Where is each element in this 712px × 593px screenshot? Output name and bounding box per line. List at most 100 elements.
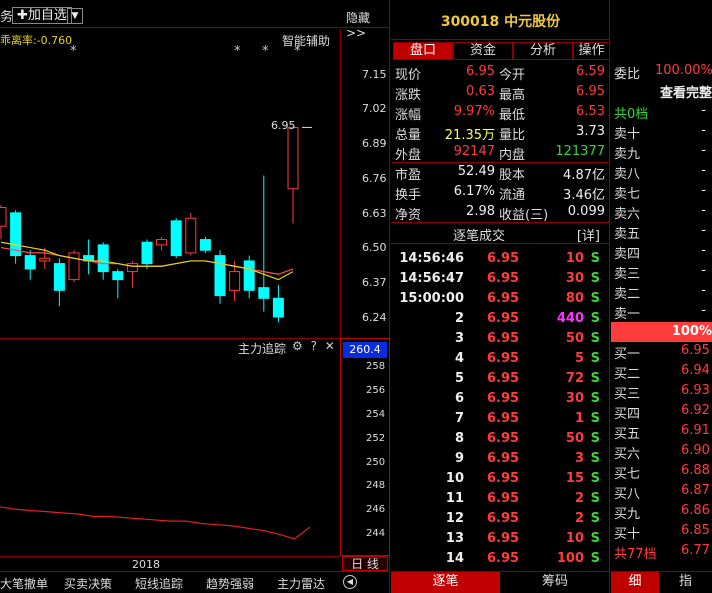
level-label: 卖四 <box>614 247 641 262</box>
candle <box>199 236 211 253</box>
quote-label: 净资 <box>395 208 422 223</box>
tab-trade-decision[interactable]: 买卖决策 <box>64 575 112 592</box>
tab-short-track[interactable]: 短线追踪 <box>135 575 183 592</box>
trade-row: 10 6.95 15 S <box>391 470 610 490</box>
trade-time: 3 <box>454 331 464 346</box>
kline-panel[interactable]: 务 ✚加自选 ▼ 隐藏>> 乖离率:-0.760 智能辅助 * * * * 6.… <box>0 0 390 593</box>
trade-row: 3 6.95 50 S <box>391 330 610 350</box>
sell-level[interactable]: 卖七 - <box>611 182 712 202</box>
weibi-value: 100.00% <box>655 63 712 78</box>
tab-tick-trades[interactable]: 逐笔 <box>391 571 500 593</box>
trades-detail-link[interactable]: [详] <box>577 225 600 244</box>
candle-body <box>68 252 80 281</box>
quote-label: 最高 <box>499 88 526 103</box>
sell-level[interactable]: 卖二 - <box>611 282 712 302</box>
view-all-button[interactable]: 查看完整 <box>611 82 712 101</box>
add-favorite-button[interactable]: ✚加自选 <box>12 7 72 24</box>
tab-orderbook[interactable]: 盘口 <box>393 42 453 60</box>
buy-level[interactable]: 买八 6.87 <box>611 482 712 502</box>
sell-level[interactable]: 卖一 - <box>611 302 712 322</box>
candle-body <box>199 239 211 251</box>
tab-trend-strength[interactable]: 趋势强弱 <box>206 575 254 592</box>
candle <box>156 236 168 251</box>
level-label: 买六 <box>614 447 641 462</box>
price-tick: 6.50 <box>362 241 387 254</box>
sell-level[interactable]: 卖五 - <box>611 222 712 242</box>
candle-body <box>214 255 226 297</box>
trade-time: 7 <box>454 411 464 426</box>
trade-volume: 1 <box>574 411 584 426</box>
sub-tick: 246 <box>366 504 386 515</box>
level-price: - <box>701 183 706 198</box>
trade-row: 8 6.95 50 S <box>391 430 610 450</box>
tab-main-radar[interactable]: 主力雷达 <box>277 575 325 592</box>
trade-row: 14:56:47 6.95 30 S <box>391 270 610 290</box>
sell-level[interactable]: 卖十 - <box>611 122 712 142</box>
level-label: 卖六 <box>614 207 641 222</box>
tab-index[interactable]: 指 <box>659 571 712 593</box>
quote-row: 换手 6.17% 流通 3.46亿 <box>391 183 610 203</box>
price-axis-divider <box>340 29 341 341</box>
period-button[interactable]: 日 线 <box>342 556 388 571</box>
hide-button[interactable]: 隐藏>> <box>346 9 390 40</box>
candle-body <box>156 239 168 246</box>
level-label: 卖七 <box>614 187 641 202</box>
tab-detail[interactable]: 细 <box>611 571 659 593</box>
quote-value: 6.95 <box>576 84 605 99</box>
chevron-down-icon[interactable]: ▼ <box>67 8 83 24</box>
trade-price: 6.95 <box>487 291 520 306</box>
sell-level[interactable]: 卖八 - <box>611 162 712 182</box>
trade-row: 4 6.95 5 S <box>391 350 610 370</box>
sell-level[interactable]: 卖三 - <box>611 262 712 282</box>
sell-total: 共0档 <box>614 107 649 122</box>
trade-row: 11 6.95 2 S <box>391 490 610 510</box>
trade-price: 6.95 <box>487 411 520 426</box>
candle <box>24 250 36 280</box>
buy-level[interactable]: 买十 6.85 <box>611 522 712 542</box>
candle-body <box>243 260 255 291</box>
buy-level[interactable]: 买九 6.86 <box>611 502 712 522</box>
quote-label: 涨跌 <box>395 88 422 103</box>
trade-price: 6.95 <box>487 391 520 406</box>
level-price: - <box>701 163 706 178</box>
tab-funds[interactable]: 资金 <box>453 42 513 60</box>
quote-value: 3.46亿 <box>563 188 605 203</box>
candlestick-chart[interactable] <box>0 29 340 338</box>
level-price: - <box>701 283 706 298</box>
candle <box>53 258 65 307</box>
trade-time: 14:56:47 <box>399 271 464 286</box>
weibi-label: 委比 <box>614 67 641 82</box>
quote-row: 现价 6.95 今开 6.59 <box>391 63 610 83</box>
sell-level[interactable]: 卖六 - <box>611 202 712 222</box>
tab-big-cancel[interactable]: 大笔撤单 <box>0 575 48 592</box>
level-price: 6.86 <box>681 503 710 518</box>
tab-chips[interactable]: 筹码 <box>500 571 610 593</box>
price-tick: 6.76 <box>362 172 387 185</box>
level-label: 买四 <box>614 407 641 422</box>
price-tick: 7.15 <box>362 68 387 81</box>
tab-operate[interactable]: 操作 <box>573 42 610 60</box>
buy-level[interactable]: 买六 6.90 <box>611 442 712 462</box>
candle <box>68 250 80 283</box>
level-price: 6.91 <box>681 423 710 438</box>
level-price: - <box>701 123 706 138</box>
trade-volume: 440 <box>556 311 584 326</box>
buy-level[interactable]: 买一 6.95 <box>611 342 712 362</box>
sell-level[interactable]: 卖四 - <box>611 242 712 262</box>
buy-level[interactable]: 买二 6.94 <box>611 362 712 382</box>
candle-body <box>272 297 284 318</box>
stock-name: 中元股份 <box>504 14 561 30</box>
trade-time: 5 <box>454 371 464 386</box>
level-price: - <box>701 263 706 278</box>
buy-level[interactable]: 买四 6.92 <box>611 402 712 422</box>
buy-level[interactable]: 买五 6.91 <box>611 422 712 442</box>
sell-level[interactable]: 卖九 - <box>611 142 712 162</box>
more-tabs-icon[interactable]: ◀ <box>343 575 357 589</box>
quote-value: 52.49 <box>457 164 495 179</box>
tab-analysis[interactable]: 分析 <box>513 42 573 60</box>
candle <box>258 175 270 312</box>
price-tick: 6.89 <box>362 137 387 150</box>
buy-level[interactable]: 买三 6.93 <box>611 382 712 402</box>
buy-level[interactable]: 买七 6.88 <box>611 462 712 482</box>
tracking-chart[interactable] <box>0 338 340 556</box>
